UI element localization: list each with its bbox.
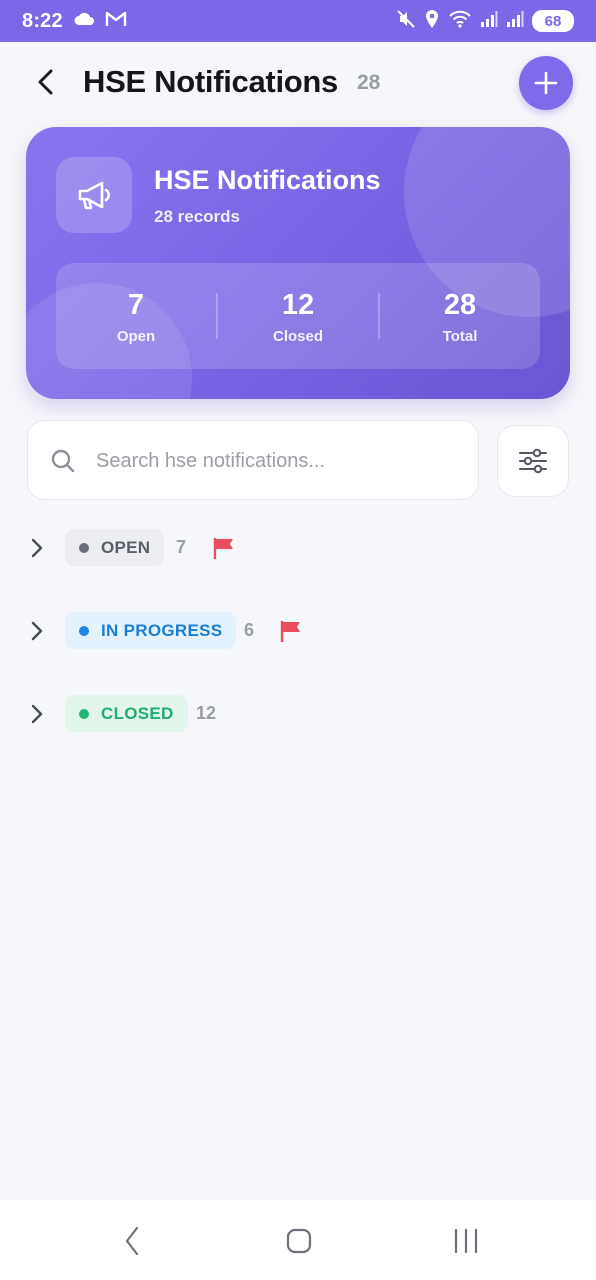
status-time: 8:22 bbox=[22, 9, 63, 32]
card-title: HSE Notifications bbox=[154, 165, 381, 195]
status-bar: 8:22 68 bbox=[0, 0, 596, 42]
group-row-open[interactable]: OPEN 7 bbox=[0, 529, 596, 567]
group-count: 12 bbox=[196, 703, 217, 723]
filter-button[interactable] bbox=[497, 425, 569, 497]
battery-level: 68 bbox=[544, 12, 562, 30]
stat-label: Open bbox=[116, 327, 156, 345]
page-title: HSE Notifications bbox=[83, 64, 338, 99]
system-nav-bar bbox=[0, 1200, 596, 1280]
status-label: OPEN bbox=[101, 537, 151, 557]
back-nav-icon[interactable] bbox=[112, 1224, 152, 1258]
title-count: 28 bbox=[357, 71, 381, 94]
plus-icon bbox=[534, 71, 558, 95]
status-dot bbox=[79, 708, 89, 719]
status-badge-in-progress: IN PROGRESS bbox=[65, 612, 237, 649]
stat-value: 12 bbox=[281, 288, 315, 321]
sliders-icon bbox=[519, 448, 547, 474]
recents-nav-icon[interactable] bbox=[446, 1224, 486, 1258]
stat-label: Closed bbox=[272, 327, 323, 345]
stats-panel: 7 Open 12 Closed 28 Total bbox=[56, 263, 540, 369]
location-icon bbox=[424, 9, 440, 34]
home-nav-icon[interactable] bbox=[279, 1224, 319, 1258]
signal-icon bbox=[506, 10, 524, 33]
group-row-closed[interactable]: CLOSED 12 bbox=[0, 695, 596, 733]
status-label: IN PROGRESS bbox=[101, 620, 223, 640]
group-count: 6 bbox=[244, 620, 255, 640]
group-row-in-progress[interactable]: IN PROGRESS 6 bbox=[0, 612, 596, 650]
status-left: 8:22 bbox=[22, 10, 127, 33]
status-label: CLOSED bbox=[101, 703, 174, 723]
stat-closed: 12 Closed bbox=[218, 288, 378, 345]
megaphone-icon bbox=[56, 157, 132, 233]
stat-label: Total bbox=[442, 327, 478, 345]
status-right: 68 bbox=[396, 9, 574, 34]
stat-value: 28 bbox=[443, 288, 477, 321]
status-dot bbox=[79, 542, 89, 553]
chevron-right-icon bbox=[31, 538, 43, 558]
back-button[interactable] bbox=[28, 64, 64, 100]
battery-icon: 68 bbox=[532, 10, 574, 32]
search-box bbox=[27, 420, 479, 500]
signal-icon bbox=[480, 10, 498, 33]
wifi-icon bbox=[448, 10, 472, 33]
search-icon bbox=[51, 449, 75, 473]
mute-vibrate-icon bbox=[396, 9, 416, 34]
back-arrow-icon bbox=[38, 69, 53, 95]
group-count: 7 bbox=[176, 537, 187, 557]
status-badge-closed: CLOSED bbox=[65, 695, 188, 732]
status-dot bbox=[79, 625, 89, 636]
cloud-icon bbox=[73, 12, 95, 31]
chevron-right-icon bbox=[31, 621, 43, 641]
stat-open: 7 Open bbox=[56, 288, 216, 345]
add-button[interactable] bbox=[519, 56, 573, 110]
gmail-icon bbox=[105, 11, 127, 32]
flag-icon bbox=[213, 538, 233, 559]
summary-card: HSE Notifications 28 records 7 Open 12 C… bbox=[26, 127, 570, 399]
status-badge-open: OPEN bbox=[65, 529, 165, 566]
card-subtitle: 28 records bbox=[154, 207, 240, 226]
flag-icon bbox=[280, 621, 300, 642]
search-input[interactable] bbox=[96, 441, 456, 481]
stat-value: 7 bbox=[127, 288, 145, 321]
app-header: HSE Notifications 28 bbox=[0, 50, 596, 116]
stat-total: 28 Total bbox=[380, 288, 540, 345]
screen: 8:22 68 HSE Notifications 28 HSE Notific… bbox=[0, 0, 596, 1280]
chevron-right-icon bbox=[31, 704, 43, 724]
